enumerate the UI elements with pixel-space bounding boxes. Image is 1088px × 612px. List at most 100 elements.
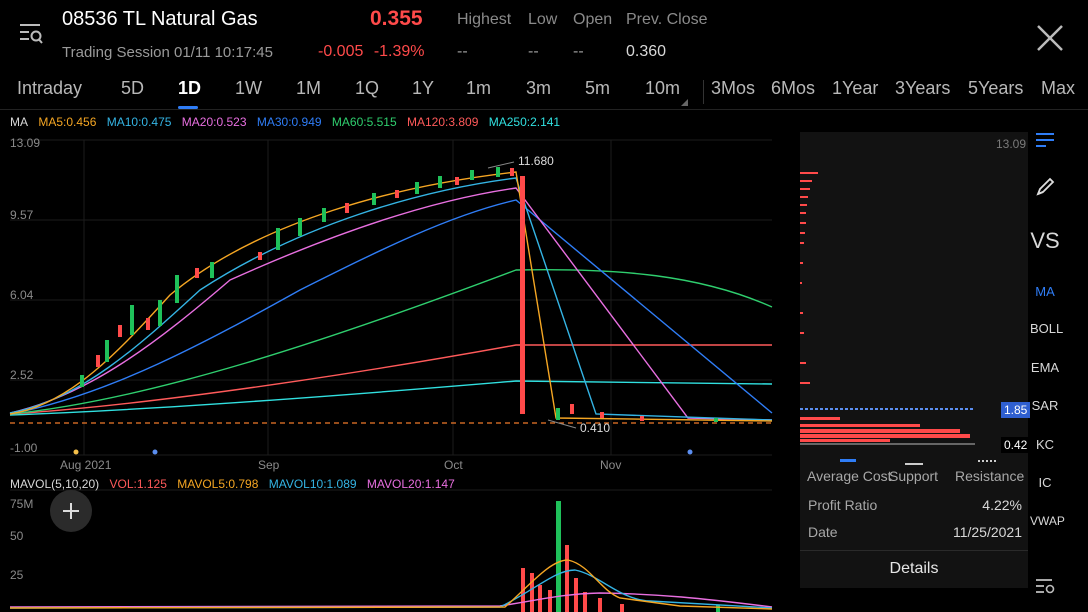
- stat-highest-value: --: [457, 43, 468, 60]
- mavol10-value: MAVOL10:1.089: [268, 477, 357, 491]
- tab-divider: [703, 80, 704, 104]
- price-axis-label: -1.00: [10, 441, 38, 455]
- tab-1year[interactable]: 1Year: [832, 78, 878, 99]
- stat-prev-close-value: 0.360: [626, 43, 667, 60]
- time-axis-label: Oct: [444, 458, 463, 472]
- indicator-ma[interactable]: MA: [1030, 284, 1060, 299]
- indicator-kc[interactable]: KC: [1030, 437, 1060, 452]
- stat-open-label: Open: [573, 11, 613, 28]
- volume-axis-label: 50: [10, 529, 24, 543]
- tab-5d[interactable]: 5D: [121, 78, 144, 99]
- moving-average-lines: [9, 171, 773, 422]
- tab-1m[interactable]: 1M: [296, 78, 321, 99]
- ma20-line: [9, 187, 773, 421]
- time-axis-label: Sep: [258, 458, 280, 472]
- tab-6mos[interactable]: 6Mos: [771, 78, 815, 99]
- mavol10-line: [9, 569, 773, 609]
- stock-chart-screen: 08536 TL Natural Gas 0.355 Trading Sessi…: [0, 0, 1088, 612]
- ma5-value: MA5:0.456: [38, 115, 97, 129]
- price-axis-label: 13.09: [10, 136, 40, 150]
- cost-distribution-chart: [800, 172, 975, 445]
- tab-intraday[interactable]: Intraday: [17, 78, 82, 99]
- tab-5years[interactable]: 5Years: [968, 78, 1023, 99]
- indicator-boll[interactable]: BOLL: [1030, 321, 1063, 336]
- last-price-tag: 0.42: [1001, 437, 1031, 453]
- stat-prev-close-label: Prev. Close: [626, 11, 708, 28]
- tab-max[interactable]: Max: [1041, 78, 1075, 99]
- ma30-value: MA30:0.949: [256, 115, 322, 129]
- tab-3years[interactable]: 3Years: [895, 78, 950, 99]
- low-marker-line: [547, 419, 577, 429]
- close-icon[interactable]: [1036, 24, 1064, 52]
- compare-vs-button[interactable]: VS: [1030, 228, 1060, 254]
- change-value: -0.005: [318, 43, 364, 60]
- tab-1min[interactable]: 1m: [466, 78, 491, 99]
- active-tab-indicator: [178, 106, 198, 109]
- trading-session: Trading Session 01/11 10:17:45: [62, 44, 273, 61]
- event-dot[interactable]: [152, 449, 158, 455]
- change-percent: -1.39%: [373, 43, 425, 60]
- volume-legend[interactable]: MAVOL(5,10,20) VOL:1.125 MAVOL5:0.798 MA…: [10, 477, 462, 491]
- panel-price-label: 13.09: [996, 137, 1027, 151]
- indicator-list-icon[interactable]: [1034, 130, 1056, 150]
- cost-distribution-panel: [800, 132, 1028, 588]
- event-dot[interactable]: [73, 449, 79, 455]
- high-annotation: 11.680: [518, 154, 554, 168]
- tab-1y[interactable]: 1Y: [412, 78, 434, 99]
- stat-low-value: --: [528, 43, 539, 60]
- tab-1q[interactable]: 1Q: [355, 78, 379, 99]
- indicator-ema[interactable]: EMA: [1030, 360, 1060, 375]
- timeframe-tabs: Intraday 5D 1D 1W 1M 1Q 1Y 1m 3m 5m 10m …: [0, 74, 1088, 110]
- ma10-line: [9, 177, 773, 421]
- legend-support: Support: [889, 468, 939, 484]
- tab-5min[interactable]: 5m: [585, 78, 610, 99]
- ma30-line: [9, 199, 773, 415]
- price-axis-label: 6.04: [10, 288, 34, 302]
- ma250-value: MA250:2.141: [488, 115, 561, 129]
- candlestick-chart[interactable]: 13.09 9.57 6.04 2.52 -1.00 11.680 0.410 …: [0, 130, 790, 612]
- time-axis-label: Aug 2021: [60, 458, 112, 472]
- event-dot[interactable]: [687, 449, 693, 455]
- indicator-sar[interactable]: SAR: [1030, 398, 1060, 413]
- ma120-value: MA120:3.809: [406, 115, 479, 129]
- stat-open-value: --: [573, 43, 584, 60]
- mavol20-line: [9, 592, 773, 608]
- tab-10min[interactable]: 10m: [645, 78, 680, 99]
- tab-1d[interactable]: 1D: [178, 78, 201, 99]
- volume-bars: [521, 501, 720, 612]
- settings-list-icon[interactable]: [1034, 576, 1056, 596]
- price-axis-label: 2.52: [10, 368, 34, 382]
- ma60-value: MA60:5.515: [331, 115, 397, 129]
- indicator-ic[interactable]: IC: [1030, 475, 1060, 490]
- date-value: 11/25/2021: [952, 524, 1022, 540]
- tab-3min[interactable]: 3m: [526, 78, 551, 99]
- legend-average-cost: Average Cost: [807, 468, 892, 484]
- ma-legend[interactable]: MA MA5:0.456 MA10:0.475 MA20:0.523 MA30:…: [10, 115, 567, 129]
- date-label: Date: [808, 524, 838, 540]
- add-indicator-button[interactable]: [50, 490, 92, 532]
- indicator-vwap[interactable]: VWAP: [1030, 514, 1065, 528]
- ma250-line: [9, 380, 773, 416]
- last-price: 0.355: [370, 7, 423, 30]
- stat-low-label: Low: [528, 11, 558, 28]
- price-change: -0.005 -1.39%: [318, 43, 425, 61]
- volume-legend-title: MAVOL(5,10,20): [10, 477, 100, 491]
- quote-header: 08536 TL Natural Gas 0.355 Trading Sessi…: [0, 0, 1088, 74]
- volume-ma-lines: [9, 559, 773, 610]
- menu-search-icon[interactable]: [18, 20, 44, 46]
- draw-pencil-icon[interactable]: [1034, 176, 1056, 198]
- average-cost-tag: 1.85: [1001, 402, 1031, 418]
- profit-ratio-label: Profit Ratio: [808, 497, 878, 513]
- tab-1w[interactable]: 1W: [235, 78, 262, 99]
- more-minutes-indicator-icon[interactable]: [681, 99, 688, 106]
- mavol20-value: MAVOL20:1.147: [366, 477, 455, 491]
- price-axis-label: 9.57: [10, 208, 34, 222]
- vol-value: VOL:1.125: [109, 477, 167, 491]
- stat-highest-label: Highest: [457, 11, 512, 28]
- details-button[interactable]: Details: [800, 550, 1028, 586]
- tab-3mos[interactable]: 3Mos: [711, 78, 755, 99]
- plus-icon: [63, 503, 79, 519]
- ma10-value: MA10:0.475: [106, 115, 172, 129]
- volume-axis-label: 25: [10, 568, 24, 582]
- ma5-line: [9, 171, 773, 422]
